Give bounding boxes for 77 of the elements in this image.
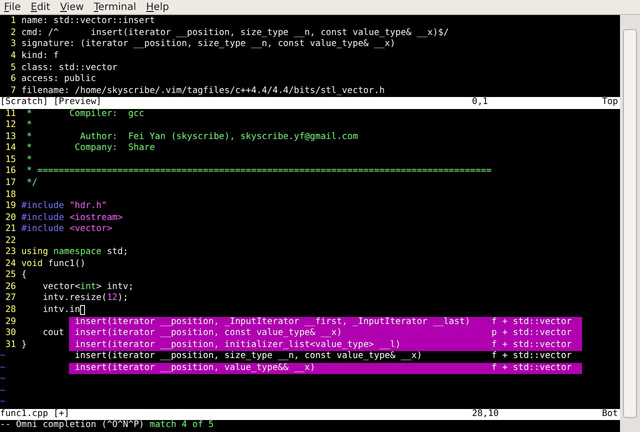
line-number: 27 [4, 293, 16, 305]
line-number: 6 [10, 74, 16, 86]
code-line: * Author: Fei Yan (skyscribe), skyscribe.yf@gmail.com [26, 132, 358, 143]
empty-line-marker: ~ [0, 351, 6, 363]
cursor-position: 0,1 [472, 97, 490, 109]
line-number: 7 [10, 86, 16, 97]
line-number: 21 [4, 224, 16, 236]
code-line: { [21, 270, 27, 282]
line-number: 14 [4, 143, 16, 155]
line-number: 23 [4, 247, 16, 259]
match-count: match 4 of 5 [150, 420, 214, 432]
code-line: void func1() [21, 258, 86, 270]
line-number: 5 [10, 62, 16, 74]
scroll-position: Bot [600, 408, 618, 420]
line-number: 30 [4, 328, 16, 340]
line-number: 18 [4, 190, 16, 201]
code-line: * Compiler: gcc [26, 108, 144, 120]
code-line: vector<int> intv; [42, 282, 134, 293]
empty-line-marker: ~ [0, 362, 6, 374]
code-line: #include <iostream> [21, 212, 123, 224]
line-number: 11 [4, 108, 16, 120]
line-number: 1 [10, 16, 16, 28]
line-number: 26 [4, 282, 16, 293]
line-number: 3 [10, 39, 16, 51]
line-number: 22 [4, 236, 16, 247]
code-line: intv.resize(12); [42, 293, 128, 305]
buffer-name: [Scratch] [Preview] [0, 97, 103, 109]
line-number: 24 [4, 258, 16, 270]
menu-item[interactable]: File [4, 2, 21, 13]
line-number: 12 [4, 120, 16, 132]
empty-line-marker: ~ [0, 386, 6, 398]
line-number: 29 [4, 316, 16, 328]
scroll-position: Top [600, 97, 618, 109]
completion-item[interactable]: insert(iterator __position, const value_type& __x) p + std::vector [69, 328, 582, 340]
scrollbar[interactable] [620, 15, 640, 432]
empty-line-marker: ~ [0, 374, 6, 386]
code-line: } [21, 340, 27, 352]
scrollbar-thumb[interactable] [623, 29, 637, 418]
menu-item[interactable]: View [60, 2, 84, 13]
mode-message: -- Omni completion (^O^N^P) [0, 420, 144, 432]
menu-item[interactable]: Terminal [94, 2, 136, 13]
buffer-name: func1.cpp [+] [0, 408, 70, 420]
line-number: 25 [4, 270, 16, 282]
code-line: */ [26, 178, 38, 190]
code-line: #include "hdr.h" [21, 201, 107, 213]
line-number: 17 [4, 178, 16, 190]
menu-item[interactable]: Help [146, 2, 169, 13]
line-number: 13 [4, 132, 16, 144]
code-line: * [26, 154, 32, 166]
code-line: name: std::vector::insert [21, 16, 155, 28]
empty-line-marker: ~ [0, 397, 6, 409]
code-line: filename: /home/skyscribe/.vim/tagfiles/c++4.4/4.4/bits/stl_vector.h [21, 86, 385, 97]
code-line: class: std::vector [21, 62, 118, 74]
line-number: 4 [10, 50, 16, 62]
line-number: 20 [4, 212, 16, 224]
line-number: 19 [4, 201, 16, 213]
menu-item[interactable]: Edit [30, 2, 50, 13]
completion-item[interactable]: insert(iterator __position, initializer_list<value_type> __l) f + std::vector [69, 340, 582, 352]
code-line: #include <vector> [21, 224, 112, 236]
code-line: * ===================================================================================== [26, 166, 492, 178]
line-number: 15 [4, 154, 16, 166]
code-line: intv.in [42, 304, 80, 317]
code-line: * [26, 120, 32, 132]
line-number: 16 [4, 166, 16, 178]
code-line: cout [42, 328, 64, 340]
completion-item[interactable]: insert(iterator __position, _InputIterator __first, _InputIterator __last) f + std::vector [69, 316, 582, 328]
code-line: * Company: Share [26, 143, 155, 155]
code-line: kind: f [21, 50, 59, 62]
code-line: access: public [21, 74, 96, 86]
line-number: 2 [10, 28, 16, 39]
line-number: 31 [4, 340, 16, 352]
code-line: cmd: /^ insert(iterator __position, size_type __n, const value_type& __x)$/ [21, 28, 449, 39]
code-line: using namespace std; [21, 247, 128, 259]
line-number: 28 [4, 304, 16, 317]
completion-item[interactable]: insert(iterator __position, value_type&& __x) f + std::vector [69, 362, 582, 374]
cursor-position: 28,10 [472, 408, 500, 420]
code-line: signature: (iterator __position, size_type __n, const value_type& __x) [21, 39, 396, 51]
